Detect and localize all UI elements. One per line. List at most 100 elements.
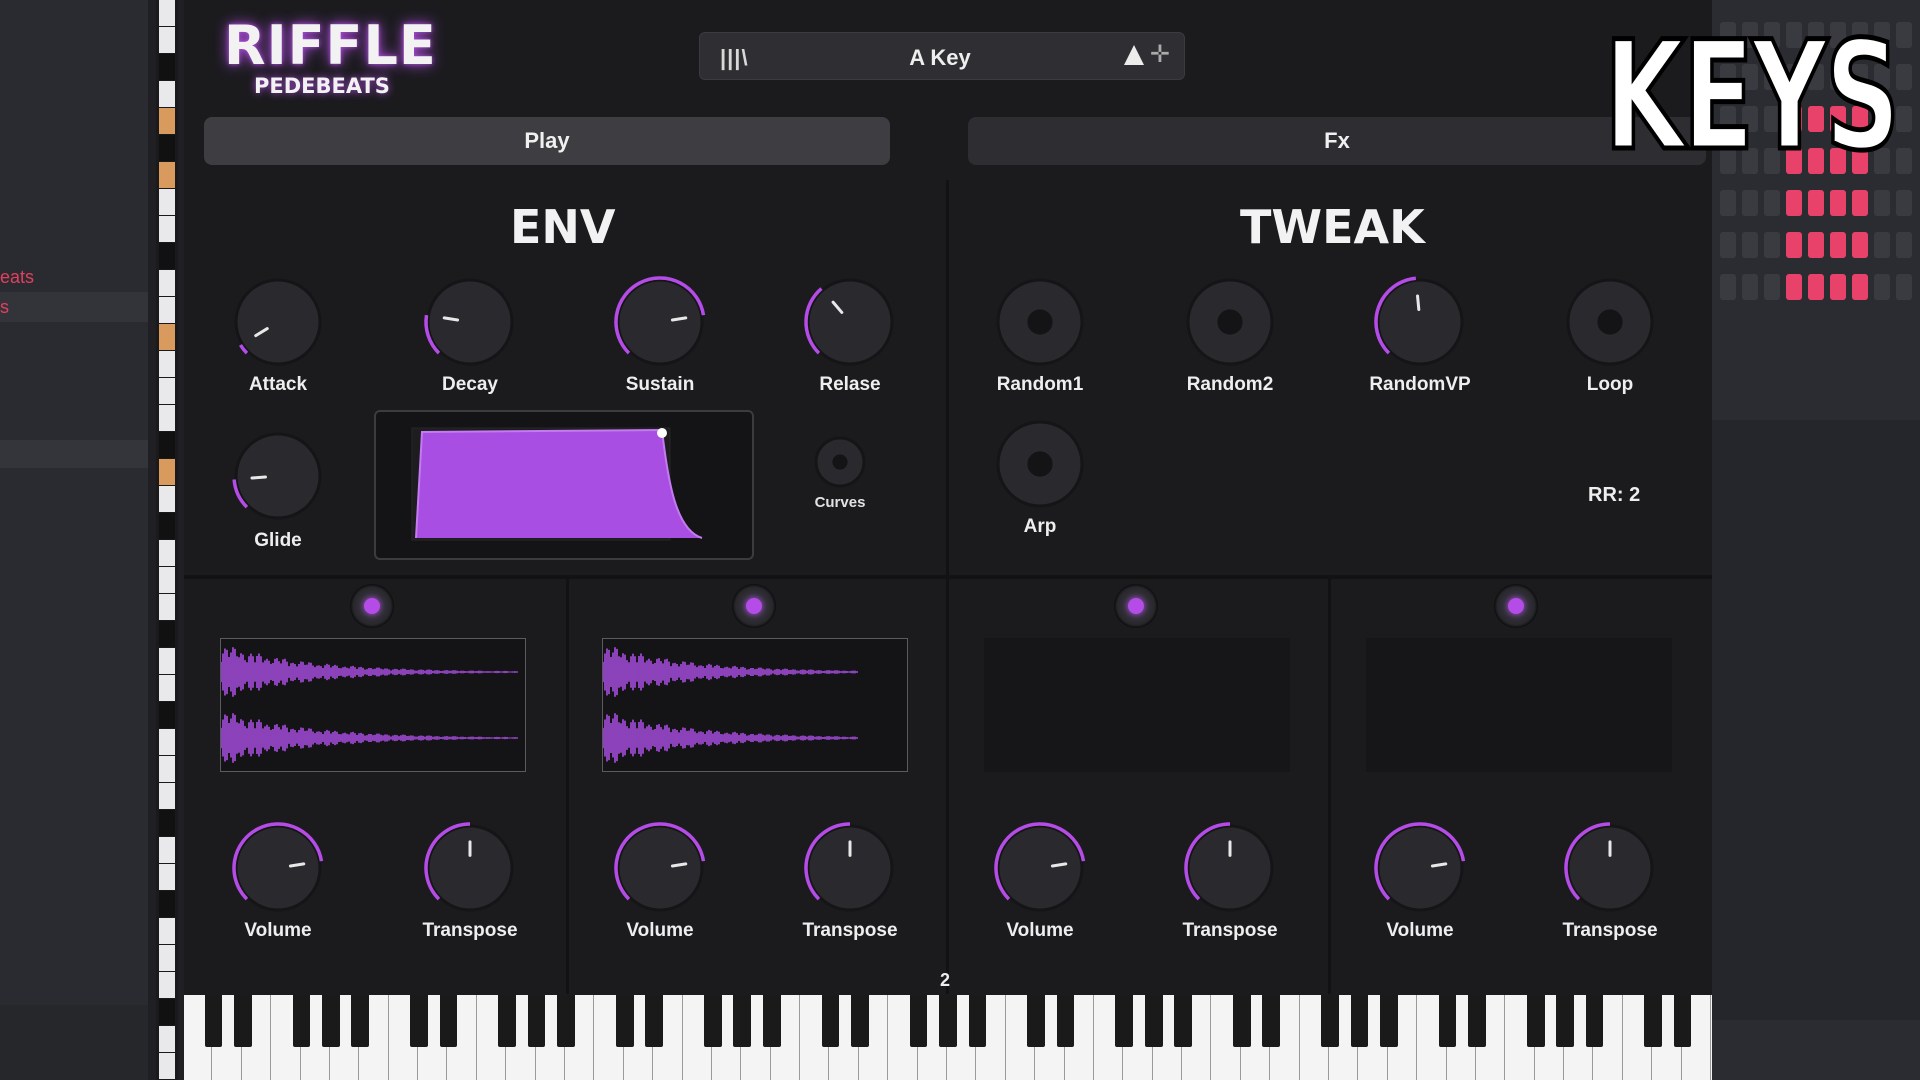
black-key[interactable]	[1585, 995, 1604, 1047]
step-pad[interactable]	[1896, 64, 1912, 90]
black-key[interactable]	[851, 995, 869, 1047]
step-pad[interactable]	[1742, 190, 1758, 216]
black-key[interactable]	[1644, 995, 1663, 1047]
sustain-knob[interactable]	[612, 274, 708, 370]
envelope-display[interactable]	[374, 410, 754, 560]
step-pad[interactable]	[1786, 274, 1802, 300]
curves-knob[interactable]	[810, 432, 870, 492]
layer2-sample-waveform[interactable]	[602, 638, 908, 772]
browser-item-selected[interactable]: s	[0, 292, 148, 322]
layer3-sample-slot[interactable]	[984, 638, 1290, 772]
random2-knob[interactable]	[1182, 274, 1278, 370]
glide-knob[interactable]	[230, 428, 326, 524]
layer3-volume-knob[interactable]	[992, 820, 1088, 916]
library-icon[interactable]: |||\	[720, 45, 749, 71]
layer3-enable-toggle[interactable]	[1114, 584, 1158, 628]
step-pad[interactable]	[1742, 274, 1758, 300]
step-pad[interactable]	[1808, 274, 1824, 300]
step-pad[interactable]	[1896, 190, 1912, 216]
black-key[interactable]	[909, 995, 928, 1047]
step-pad[interactable]	[1896, 106, 1912, 132]
black-key[interactable]	[527, 995, 546, 1047]
layer2-enable-toggle[interactable]	[732, 584, 776, 628]
step-pad[interactable]	[1896, 232, 1912, 258]
release-knob[interactable]	[802, 274, 898, 370]
layer3-transpose-knob[interactable]	[1182, 820, 1278, 916]
step-pad[interactable]	[1720, 190, 1736, 216]
black-key[interactable]	[233, 995, 252, 1047]
layer4-sample-slot[interactable]	[1366, 638, 1672, 772]
step-pad[interactable]	[1852, 232, 1868, 258]
step-pad[interactable]	[1830, 190, 1846, 216]
randomvp-knob[interactable]	[1372, 274, 1468, 370]
step-pad[interactable]	[1764, 232, 1780, 258]
step-pad[interactable]	[1874, 190, 1890, 216]
black-key[interactable]	[1144, 995, 1163, 1047]
layer4-transpose-knob[interactable]	[1562, 820, 1658, 916]
step-pad[interactable]	[1896, 22, 1912, 48]
step-pad[interactable]	[1720, 232, 1736, 258]
black-key[interactable]	[1233, 995, 1251, 1047]
black-key[interactable]	[762, 995, 781, 1047]
black-key[interactable]	[410, 995, 428, 1047]
tab-fx[interactable]: Fx	[968, 117, 1706, 165]
step-pad[interactable]	[1830, 232, 1846, 258]
step-pad[interactable]	[1720, 274, 1736, 300]
black-key[interactable]	[1438, 995, 1457, 1047]
black-key[interactable]	[1350, 995, 1369, 1047]
layer1-transpose-knob[interactable]	[422, 820, 518, 916]
black-key[interactable]	[1321, 995, 1339, 1047]
black-key[interactable]	[1174, 995, 1192, 1047]
black-key[interactable]	[1673, 995, 1692, 1047]
step-pad[interactable]	[1896, 274, 1912, 300]
step-pad[interactable]	[1874, 274, 1890, 300]
layer1-enable-toggle[interactable]	[350, 584, 394, 628]
step-pad[interactable]	[1808, 232, 1824, 258]
step-pad[interactable]	[1874, 232, 1890, 258]
attack-knob[interactable]	[230, 274, 326, 370]
black-key[interactable]	[704, 995, 722, 1047]
step-pad[interactable]	[1852, 190, 1868, 216]
black-key[interactable]	[615, 995, 634, 1047]
loop-knob[interactable]	[1562, 274, 1658, 370]
triangle-up-icon[interactable]	[1124, 45, 1144, 65]
black-key[interactable]	[968, 995, 987, 1047]
black-key[interactable]	[292, 995, 311, 1047]
step-pad[interactable]	[1852, 274, 1868, 300]
black-key[interactable]	[1556, 995, 1574, 1047]
black-key[interactable]	[1526, 995, 1545, 1047]
layer1-volume-knob[interactable]	[230, 820, 326, 916]
black-key[interactable]	[821, 995, 840, 1047]
step-pad[interactable]	[1786, 232, 1802, 258]
tab-play[interactable]: Play	[204, 117, 890, 165]
step-pad[interactable]	[1786, 190, 1802, 216]
black-key[interactable]	[1056, 995, 1075, 1047]
layer4-volume-knob[interactable]	[1372, 820, 1468, 916]
black-key[interactable]	[1262, 995, 1281, 1047]
black-key[interactable]	[645, 995, 663, 1047]
black-key[interactable]	[1027, 995, 1045, 1047]
step-pad[interactable]	[1808, 190, 1824, 216]
browser-item[interactable]: eats	[0, 262, 148, 292]
black-key[interactable]	[498, 995, 517, 1047]
preset-selector[interactable]: |||\ A Key ✛	[699, 32, 1185, 80]
layer4-enable-toggle[interactable]	[1494, 584, 1538, 628]
piano-keyboard[interactable]	[184, 995, 1712, 1080]
arp-knob[interactable]	[992, 416, 1088, 512]
black-key[interactable]	[351, 995, 370, 1047]
preset-name[interactable]: A Key	[820, 45, 1060, 71]
random1-knob[interactable]	[992, 274, 1088, 370]
step-pad[interactable]	[1742, 232, 1758, 258]
layer2-transpose-knob[interactable]	[802, 820, 898, 916]
black-key[interactable]	[557, 995, 575, 1047]
black-key[interactable]	[439, 995, 458, 1047]
black-key[interactable]	[204, 995, 223, 1047]
black-key[interactable]	[1379, 995, 1398, 1047]
layer1-sample-waveform[interactable]	[220, 638, 526, 772]
step-pad[interactable]	[1764, 274, 1780, 300]
black-key[interactable]	[1468, 995, 1486, 1047]
black-key[interactable]	[322, 995, 340, 1047]
black-key[interactable]	[1115, 995, 1134, 1047]
step-pad[interactable]	[1830, 274, 1846, 300]
step-pad[interactable]	[1764, 190, 1780, 216]
